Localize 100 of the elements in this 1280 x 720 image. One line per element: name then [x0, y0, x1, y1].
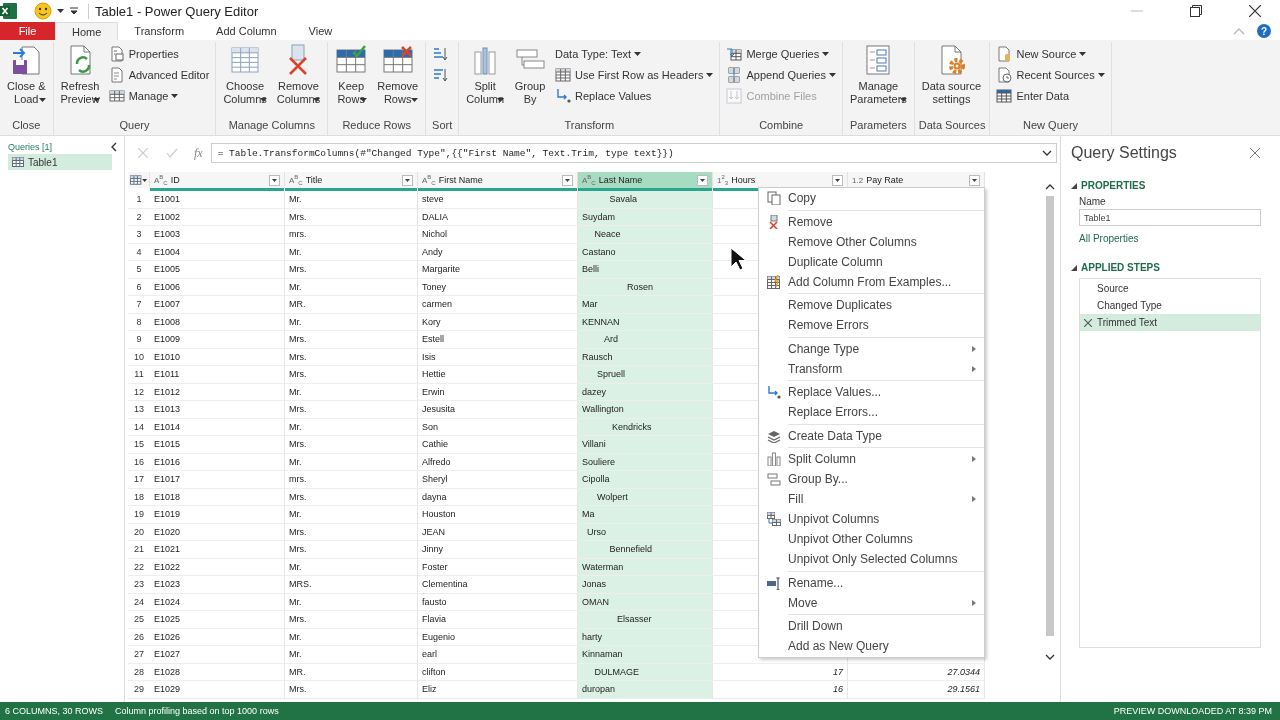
column-header[interactable]: 1.2 Pay Rate: [848, 172, 985, 188]
check-icon[interactable]: [166, 148, 178, 158]
insert-function-button[interactable]: fx: [194, 145, 203, 161]
table-cell: dayna: [418, 488, 578, 506]
ribbon-button[interactable]: Split Column: [463, 42, 508, 104]
rename-icon: [766, 575, 781, 590]
ribbon-button[interactable]: New Source: [994, 44, 1107, 64]
menu-item[interactable]: Create Data Type: [759, 425, 984, 446]
table-cell: E1026: [150, 628, 285, 646]
collapse-icon[interactable]: [110, 142, 118, 152]
table-cell: Mr.: [285, 506, 418, 524]
menu-item[interactable]: Rename...: [759, 572, 984, 593]
ribbon-button[interactable]: Append Queries: [724, 65, 838, 85]
column-header[interactable]: 1$^{2}$$_{3}$ Hours: [713, 172, 848, 188]
table-cell: E1008: [150, 313, 285, 331]
caret-icon: [634, 52, 642, 56]
query-item[interactable]: Table1: [8, 154, 112, 170]
expand-icon[interactable]: [1042, 150, 1052, 156]
menu-item[interactable]: Replace Errors...: [759, 402, 984, 422]
filter-dropdown-icon[interactable]: [402, 174, 413, 186]
row-number: 13: [128, 401, 150, 419]
expanded-triangle-icon[interactable]: [1071, 264, 1077, 271]
menu-item[interactable]: Fill: [759, 489, 984, 509]
menu-item[interactable]: Transform: [759, 358, 984, 379]
caret-icon: [497, 98, 505, 102]
table-cell: E1006: [150, 278, 285, 296]
close-icon[interactable]: [1249, 5, 1261, 17]
ribbon-button[interactable]: Use First Row as Headers: [553, 65, 716, 85]
ribbon-button[interactable]: Manage: [106, 86, 212, 106]
ribbon-tab[interactable]: Home: [55, 22, 119, 40]
column-header[interactable]: A$^{B}$$_{C}$ Last Name: [578, 172, 713, 188]
ribbon-button[interactable]: Advanced Editor: [106, 65, 212, 85]
ribbon-button[interactable]: Properties: [106, 44, 212, 64]
filter-dropdown-icon[interactable]: [969, 174, 980, 186]
document-icon: [108, 67, 125, 83]
name-field[interactable]: Table1: [1079, 209, 1261, 226]
scroll-down-icon[interactable]: [1045, 654, 1055, 660]
menu-item[interactable]: Remove Errors: [759, 315, 984, 335]
ribbon-button[interactable]: Close & Load: [4, 42, 49, 104]
ribbon-button[interactable]: Group By: [511, 42, 550, 108]
menu-item[interactable]: Change Type: [759, 338, 984, 359]
ribbon-button[interactable]: Remove Rows: [374, 42, 422, 104]
ribbon-button[interactable]: Keep Rows: [332, 42, 371, 104]
menu-item[interactable]: Drill Down: [759, 616, 984, 636]
ribbon-tab[interactable]: View: [292, 22, 349, 40]
menu-item[interactable]: Remove: [759, 211, 984, 232]
file-tab[interactable]: File: [0, 22, 55, 40]
delete-icon[interactable]: [1084, 318, 1092, 327]
applied-step[interactable]: Trimmed Text: [1080, 314, 1260, 331]
ribbon-button[interactable]: Manage Parameters: [846, 42, 910, 104]
menu-item[interactable]: Move: [759, 592, 984, 613]
menu-item[interactable]: Add as New Query: [759, 636, 984, 656]
restore-icon[interactable]: [1190, 5, 1202, 17]
menu-item[interactable]: Duplicate Column: [759, 251, 984, 272]
table-cell: Cipolla: [578, 471, 713, 489]
column-header[interactable]: A$^{B}$$_{C}$ First Name: [418, 172, 578, 188]
column-header[interactable]: A$^{B}$$_{C}$ ID: [150, 172, 285, 188]
menu-item[interactable]: Copy: [759, 188, 984, 208]
filter-dropdown-icon[interactable]: [562, 174, 573, 186]
ribbon-tab[interactable]: Add Column: [200, 22, 293, 40]
table-cell: Mrs.: [285, 541, 418, 559]
sort-ascending-icon: [432, 46, 449, 62]
filter-dropdown-icon[interactable]: [269, 174, 280, 186]
menu-item[interactable]: Remove Duplicates: [759, 295, 984, 315]
applied-step[interactable]: Changed Type: [1080, 297, 1260, 314]
column-header[interactable]: A$^{B}$$_{C}$ Title: [285, 172, 418, 188]
ribbon-button[interactable]: Choose Columns: [220, 42, 270, 104]
filter-dropdown-icon[interactable]: [832, 174, 843, 186]
help-button[interactable]: ?: [1257, 24, 1271, 38]
ribbon-button[interactable]: Enter Data: [994, 86, 1107, 106]
scroll-thumb[interactable]: [1046, 196, 1054, 636]
ribbon-tab[interactable]: Transform: [118, 22, 201, 40]
ribbon-button[interactable]: Data Type: Text: [553, 44, 716, 64]
menu-item[interactable]: Unpivot Columns: [759, 509, 984, 529]
applied-step[interactable]: Source: [1080, 280, 1260, 297]
filter-dropdown-icon[interactable]: [697, 174, 708, 186]
data-type-label[interactable]: 1.2: [852, 175, 864, 185]
row-number: 24: [128, 593, 150, 611]
scroll-up-icon[interactable]: [1045, 184, 1055, 190]
ribbon-button[interactable]: Remove Columns: [273, 42, 324, 104]
table-menu-icon[interactable]: [130, 175, 147, 185]
menu-item[interactable]: Group By...: [759, 469, 984, 489]
menu-item[interactable]: Split Column: [759, 449, 984, 469]
ribbon-button[interactable]: Recent Sources: [994, 65, 1107, 85]
formula-field[interactable]: = Table.TransformColumns(#"Changed Type",{{"First Name", Text.Trim, type text}}): [210, 143, 1057, 163]
menu-item[interactable]: Unpivot Only Selected Columns: [759, 549, 984, 569]
ribbon-button[interactable]: Data source settings: [918, 42, 985, 108]
menu-item[interactable]: Remove Other Columns: [759, 231, 984, 252]
menu-item[interactable]: Replace Values...: [759, 382, 984, 402]
table-cell: Erwin: [418, 383, 578, 401]
all-properties-link[interactable]: All Properties: [1079, 233, 1260, 244]
ribbon-button[interactable]: Replace Values: [553, 86, 716, 106]
menu-item[interactable]: Add Column From Examples...: [759, 271, 984, 292]
table-cell: Flavia: [418, 611, 578, 629]
table-cell: Mr.: [285, 593, 418, 611]
ribbon-button[interactable]: Merge Queries: [724, 44, 838, 64]
menu-item[interactable]: Unpivot Other Columns: [759, 529, 984, 549]
customize-icon[interactable]: [70, 7, 78, 15]
caret-icon: [171, 94, 179, 98]
expanded-triangle-icon[interactable]: [1071, 182, 1077, 189]
